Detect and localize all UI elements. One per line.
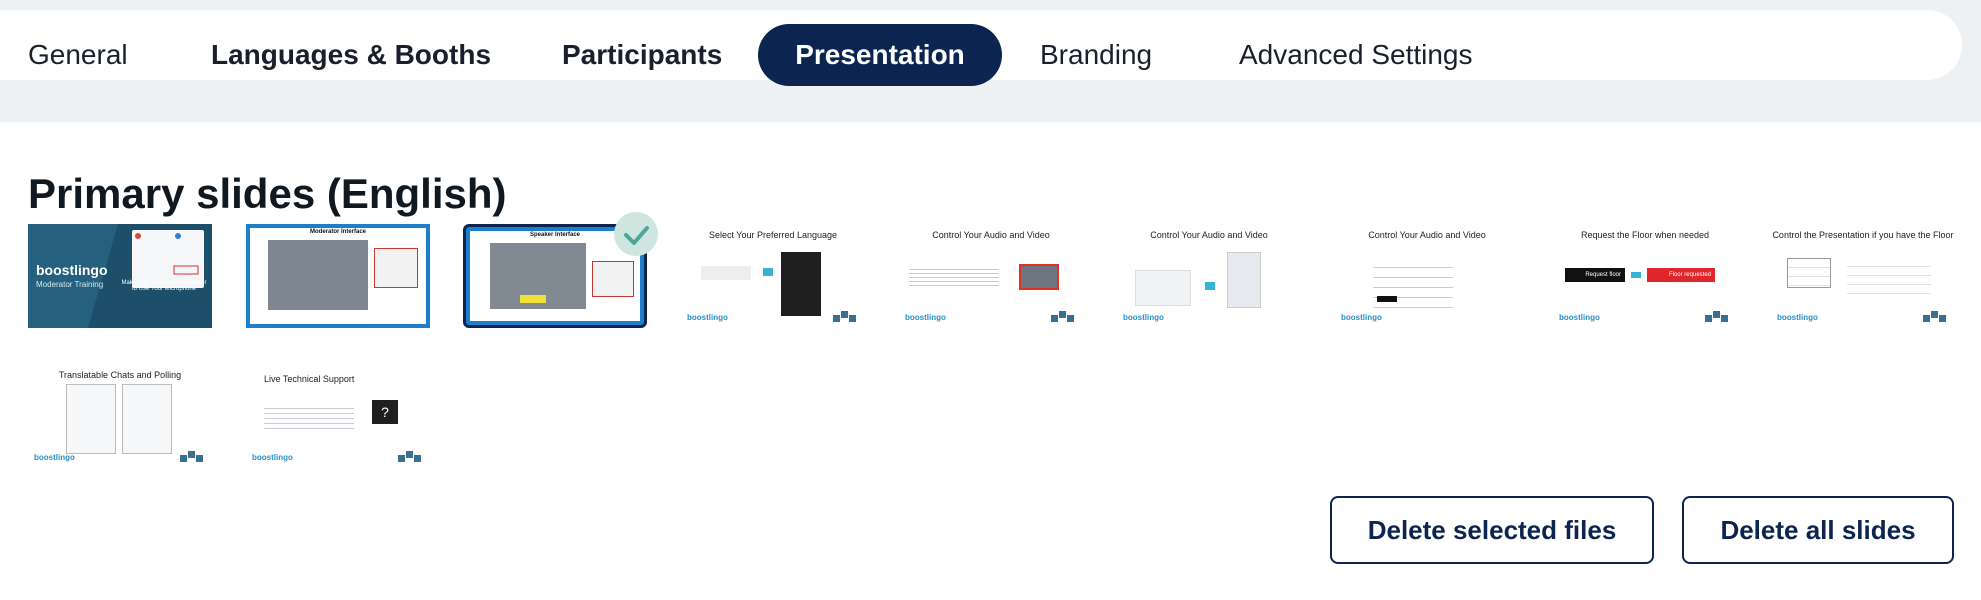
slide-thumbnail-5[interactable]: Control Your Audio and Video boostlingo: [899, 224, 1083, 328]
slide-10-chat: [66, 384, 116, 454]
slide-8-title: Request the Floor when needed: [1580, 230, 1710, 240]
slide-1-brand: boostlingo: [36, 262, 108, 278]
slide-4-selector: [701, 266, 751, 280]
selected-check-badge: [614, 212, 658, 256]
slide-1-caption: Make Sure to Allow the Browser to Use Yo…: [121, 280, 207, 292]
slide-thumbnail-2[interactable]: Moderator Interface: [246, 224, 430, 328]
slide-4-title: Select Your Preferred Language: [708, 230, 838, 240]
slide-7-title: Control Your Audio and Video: [1368, 230, 1486, 240]
slide-10-title: Translatable Chats and Polling: [58, 370, 182, 380]
tab-general[interactable]: General: [28, 24, 128, 86]
tab-presentation[interactable]: Presentation: [758, 24, 1002, 86]
slide-thumbnail-4[interactable]: Select Your Preferred Language boostling…: [681, 224, 865, 328]
slide-10-brand: boostlingo: [34, 453, 75, 462]
slide-5-title: Control Your Audio and Video: [932, 230, 1050, 240]
slide-thumbnail-1[interactable]: boostlingo Moderator Training Make Sure …: [28, 224, 212, 328]
tab-advanced-settings[interactable]: Advanced Settings: [1239, 24, 1473, 86]
slide-thumbnail-11[interactable]: Live Technical Support ? boostlingo: [246, 364, 430, 468]
slide-6-brand: boostlingo: [1123, 313, 1164, 322]
delete-selected-button[interactable]: Delete selected files: [1330, 496, 1654, 564]
section-title: Primary slides (English): [28, 170, 507, 217]
slide-8-brand: boostlingo: [1559, 313, 1600, 322]
slide-11-text: [264, 404, 354, 432]
tab-bar: General Languages & Booths Participants …: [0, 10, 1962, 86]
slide-2-screenshot: [268, 240, 368, 310]
help-icon: ?: [372, 400, 398, 424]
slide-6-device-list: [1135, 270, 1191, 306]
slide-4-brand: boostlingo: [687, 313, 728, 322]
slide-2-callout: [374, 248, 418, 288]
slide-11-logo: [396, 446, 426, 464]
slide-3-highlight: [520, 295, 546, 303]
slide-thumbnail-10[interactable]: Translatable Chats and Polling boostling…: [28, 364, 212, 468]
slide-5-text: [909, 266, 999, 286]
slide-5-logo: [1049, 306, 1079, 324]
tab-branding[interactable]: Branding: [1040, 24, 1152, 86]
slide-4-arrow: [763, 268, 773, 276]
slide-7-brand: boostlingo: [1341, 313, 1382, 322]
slide-8-floor-requested: Floor requested: [1647, 268, 1715, 282]
slide-thumbnail-6[interactable]: Control Your Audio and Video boostlingo: [1117, 224, 1301, 328]
slide-4-dropdown: [781, 252, 821, 316]
slide-thumbnail-8[interactable]: Request the Floor when needed Request fl…: [1553, 224, 1737, 328]
slide-10-logo: [178, 446, 208, 464]
slide-11-title: Live Technical Support: [264, 374, 355, 384]
slide-10-poll: [122, 384, 172, 454]
slide-6-arrow: [1205, 282, 1215, 290]
slide-5-brand: boostlingo: [905, 313, 946, 322]
slide-2-body: Moderator Interface: [250, 228, 426, 324]
slide-6-panel: [1227, 252, 1261, 308]
slide-7-tooltip: [1377, 296, 1397, 302]
slide-9-controls: [1847, 258, 1931, 294]
slide-3-callout: [592, 261, 634, 297]
slide-9-brand: boostlingo: [1777, 313, 1818, 322]
slide-8-arrow: [1631, 272, 1641, 278]
slide-6-title: Control Your Audio and Video: [1150, 230, 1268, 240]
slide-1-subtitle: Moderator Training: [36, 280, 104, 289]
slide-9-options: [1787, 258, 1831, 288]
slide-thumbnail-9[interactable]: Control the Presentation if you have the…: [1771, 224, 1955, 328]
slide-9-title: Control the Presentation if you have the…: [1772, 230, 1954, 240]
check-icon: [624, 226, 649, 245]
slide-4-logo: [831, 306, 861, 324]
slide-11-brand: boostlingo: [252, 453, 293, 462]
tab-languages-booths[interactable]: Languages & Booths: [211, 24, 491, 86]
slide-8-logo: [1703, 306, 1733, 324]
slide-9-logo: [1921, 306, 1951, 324]
tab-participants[interactable]: Participants: [562, 24, 722, 86]
slide-2-title: Moderator Interface: [309, 229, 366, 235]
delete-all-button[interactable]: Delete all slides: [1682, 496, 1954, 564]
slide-8-request-floor: Request floor: [1565, 268, 1625, 282]
slide-thumbnail-7[interactable]: Control Your Audio and Video boostlingo: [1335, 224, 1519, 328]
slide-5-video: [1019, 264, 1059, 290]
